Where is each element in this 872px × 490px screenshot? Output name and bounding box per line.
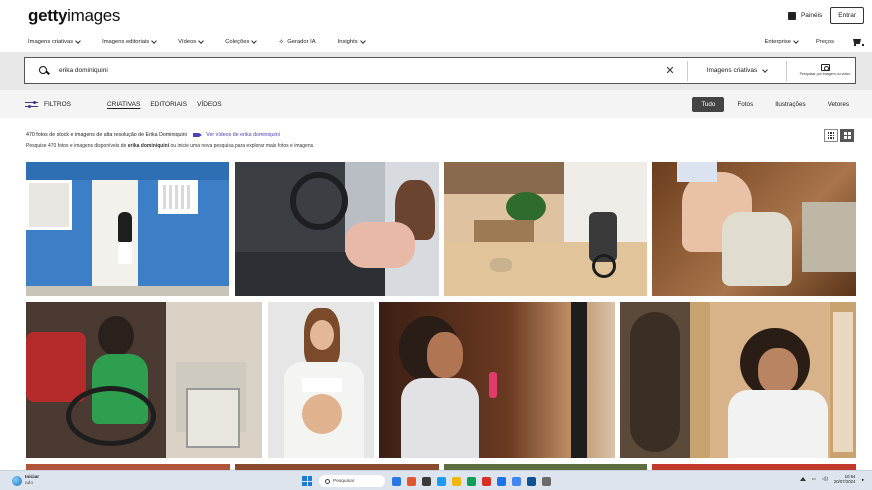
sparkle-icon: ✧ bbox=[278, 39, 285, 46]
filter-bar: FILTROS CRIATIVAS EDITORIAIS VÍDEOS Tudo… bbox=[0, 90, 872, 118]
mosaic-icon bbox=[843, 132, 851, 139]
image-type-dropdown[interactable]: Imagens criativas bbox=[696, 66, 778, 74]
tab-editorial[interactable]: EDITORIAIS bbox=[150, 101, 187, 108]
media-vectors[interactable]: Vetores bbox=[819, 97, 858, 112]
chevron-down-icon bbox=[251, 38, 258, 44]
content-tabs: CRIATIVAS EDITORIAIS VÍDEOS bbox=[107, 101, 222, 108]
chevron-down-icon bbox=[151, 38, 157, 44]
clock[interactable]: 10:54 20/07/2024 bbox=[834, 474, 856, 485]
see-videos-link[interactable]: Ver vídeos de erika dominiquini bbox=[192, 132, 280, 138]
header-actions: Painéis Entrar bbox=[787, 7, 864, 24]
tab-videos[interactable]: VÍDEOS bbox=[197, 101, 222, 108]
search-icon bbox=[325, 478, 330, 484]
results-summary: 470 fotos de stock e imagens de alta res… bbox=[26, 132, 826, 149]
result-photo[interactable] bbox=[379, 302, 615, 458]
filters-button[interactable]: FILTROS bbox=[25, 100, 71, 109]
nav-editorial-images[interactable]: Imagens editoriais bbox=[102, 38, 157, 45]
taskbar-app-icon[interactable] bbox=[392, 476, 401, 486]
results-count: 470 fotos de stock e imagens de alta res… bbox=[26, 132, 187, 138]
nav-enterprise[interactable]: Enterprise bbox=[765, 38, 799, 45]
search-box: ✕ Imagens criativas Pesquisar por imagem… bbox=[24, 57, 856, 84]
globe-icon bbox=[12, 475, 22, 486]
result-photo[interactable] bbox=[652, 162, 856, 296]
taskbar-apps bbox=[392, 476, 551, 486]
tab-creative[interactable]: CRIATIVAS bbox=[107, 101, 140, 108]
windows-start-icon[interactable] bbox=[302, 476, 312, 486]
taskbar-app-icon[interactable] bbox=[407, 476, 416, 486]
getty-logo[interactable]: gettyimages bbox=[28, 6, 120, 26]
notification-icon[interactable]: ● bbox=[861, 477, 864, 482]
volume-icon[interactable]: ◁)) bbox=[822, 476, 828, 482]
chevron-down-icon bbox=[198, 38, 205, 44]
taskbar-app-icon[interactable] bbox=[437, 476, 446, 486]
result-photo[interactable] bbox=[235, 162, 439, 296]
camera-icon bbox=[820, 64, 830, 72]
grid-icon bbox=[827, 132, 835, 139]
network-icon[interactable]: ▭ bbox=[812, 476, 816, 482]
media-all[interactable]: Tudo bbox=[692, 96, 725, 112]
chevron-down-icon bbox=[75, 38, 81, 44]
windows-taskbar: Iniciar ado Pesquisar ▭ ◁)) 10:54 20/07/… bbox=[0, 470, 872, 490]
nav-collections[interactable]: Coleções bbox=[225, 38, 258, 45]
grid-view-button[interactable] bbox=[824, 129, 838, 142]
result-photo[interactable] bbox=[26, 302, 262, 458]
top-header: gettyimages Painéis Entrar Imagens criat… bbox=[0, 0, 872, 52]
results-hint: Pesquise 470 fotos e imagens disponíveis… bbox=[26, 143, 315, 149]
nav-videos[interactable]: Vídeos bbox=[178, 38, 205, 45]
result-photo[interactable] bbox=[620, 302, 856, 458]
sliders-icon bbox=[25, 100, 38, 109]
search-icon[interactable] bbox=[35, 58, 57, 83]
taskbar-center: Pesquisar bbox=[302, 475, 551, 487]
video-icon bbox=[192, 133, 202, 137]
media-type-selector: Tudo Fotos Ilustrações Vetores bbox=[692, 96, 858, 112]
taskbar-app-icon[interactable] bbox=[527, 476, 536, 486]
system-tray: ▭ ◁)) 10:54 20/07/2024 ● bbox=[799, 474, 864, 485]
nav-creative-images[interactable]: Imagens criativas bbox=[28, 38, 81, 45]
divider bbox=[687, 60, 688, 81]
media-illustrations[interactable]: Ilustrações bbox=[766, 97, 814, 112]
view-toggle bbox=[824, 129, 854, 142]
chevron-down-icon bbox=[359, 38, 366, 44]
chevron-down-icon bbox=[793, 38, 799, 44]
start-widget[interactable]: Iniciar ado bbox=[12, 475, 39, 486]
result-photo[interactable] bbox=[444, 162, 647, 296]
tray-overflow-icon[interactable] bbox=[799, 477, 806, 482]
taskbar-app-icon[interactable] bbox=[482, 476, 491, 486]
taskbar-app-icon[interactable] bbox=[422, 476, 431, 486]
taskbar-app-icon[interactable] bbox=[467, 476, 476, 486]
result-photo[interactable] bbox=[26, 162, 229, 296]
taskbar-search[interactable]: Pesquisar bbox=[319, 475, 385, 487]
taskbar-app-icon[interactable] bbox=[497, 476, 506, 486]
boards-label: Painéis bbox=[800, 12, 823, 19]
boards-icon bbox=[787, 11, 800, 24]
media-photos[interactable]: Fotos bbox=[728, 97, 762, 112]
search-band: ✕ Imagens criativas Pesquisar por imagem… bbox=[0, 52, 872, 90]
nav-insights[interactable]: Insights bbox=[338, 38, 366, 45]
taskbar-app-icon[interactable] bbox=[512, 476, 521, 486]
boards-link[interactable]: Painéis bbox=[787, 11, 823, 24]
nav-pricing[interactable]: Preços bbox=[816, 39, 834, 45]
login-button[interactable]: Entrar bbox=[830, 7, 864, 24]
chevron-down-icon bbox=[762, 66, 769, 73]
search-input[interactable] bbox=[59, 60, 659, 81]
mosaic-view-button[interactable] bbox=[840, 129, 854, 142]
getty-images-search-page: gettyimages Painéis Entrar Imagens criat… bbox=[0, 0, 872, 490]
taskbar-app-icon[interactable] bbox=[452, 476, 461, 486]
search-by-image-button[interactable]: Pesquisar por imagem ou vídeo bbox=[795, 58, 855, 83]
cart-icon[interactable] bbox=[852, 38, 864, 46]
divider bbox=[786, 60, 787, 81]
clear-search-icon[interactable]: ✕ bbox=[661, 64, 679, 77]
result-photo[interactable] bbox=[268, 302, 374, 458]
nav-ai-generator[interactable]: ✧ Gerador IA bbox=[278, 38, 315, 46]
main-nav: Imagens criativas Imagens editoriais Víd… bbox=[28, 36, 864, 48]
taskbar-app-icon[interactable] bbox=[542, 476, 551, 486]
